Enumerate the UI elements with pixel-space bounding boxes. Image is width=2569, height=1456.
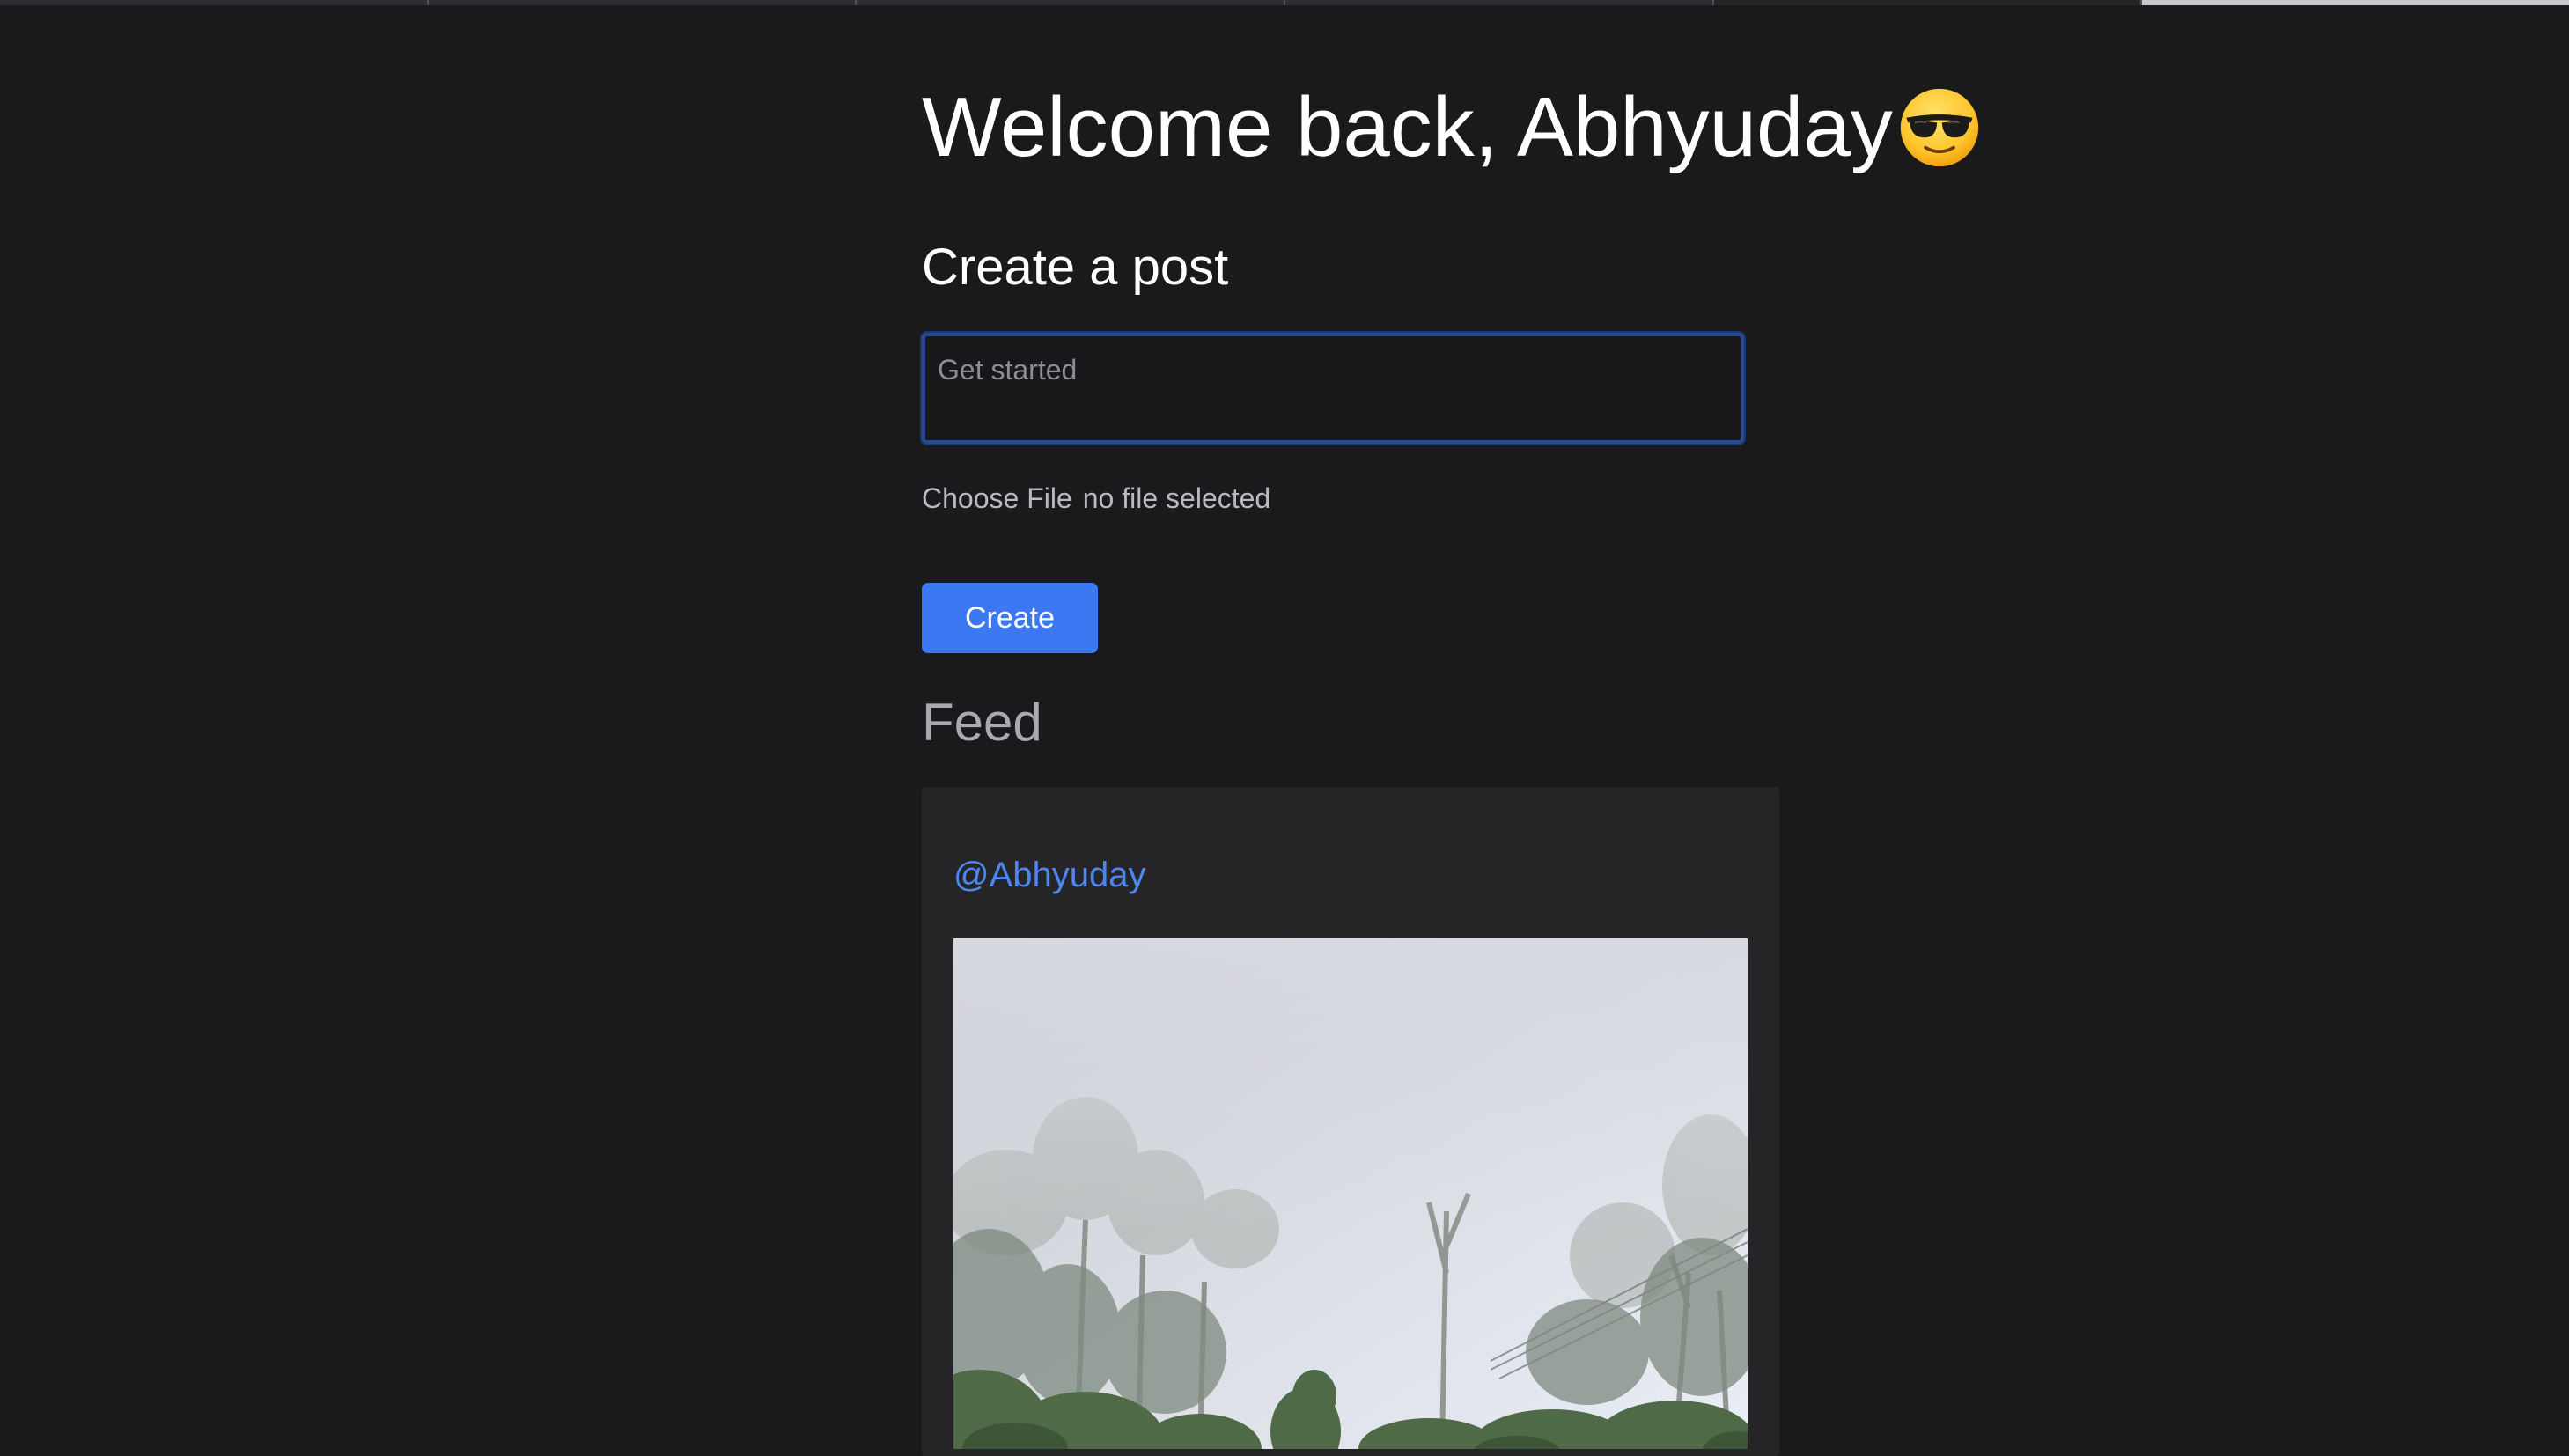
feed-heading: Feed bbox=[922, 693, 1042, 752]
post-text-input[interactable] bbox=[922, 333, 1744, 444]
browser-tab-strip bbox=[0, 0, 2569, 5]
browser-tab[interactable] bbox=[857, 0, 1286, 5]
create-post-button[interactable]: Create bbox=[922, 583, 1098, 653]
browser-tab[interactable] bbox=[1713, 0, 2143, 5]
sunglasses-emoji-icon bbox=[1900, 88, 1979, 167]
file-picker[interactable]: Choose File no file selected bbox=[922, 482, 1270, 515]
browser-tab-active[interactable] bbox=[2142, 0, 2569, 5]
page-title: Welcome back, Abhyuday bbox=[922, 79, 1981, 176]
browser-tab[interactable] bbox=[0, 0, 429, 5]
browser-tab[interactable] bbox=[428, 0, 858, 5]
post-image[interactable] bbox=[953, 938, 1748, 1449]
choose-file-button[interactable]: Choose File bbox=[922, 482, 1072, 515]
create-post-heading: Create a post bbox=[922, 239, 1229, 296]
welcome-text: Welcome back, Abhyuday bbox=[922, 80, 1893, 174]
browser-tab[interactable] bbox=[1285, 0, 1714, 5]
post-author-link[interactable]: @Abhyuday bbox=[953, 856, 1146, 895]
feed-post-card: @Abhyuday bbox=[922, 787, 1779, 1456]
file-status-text: no file selected bbox=[1082, 482, 1271, 514]
